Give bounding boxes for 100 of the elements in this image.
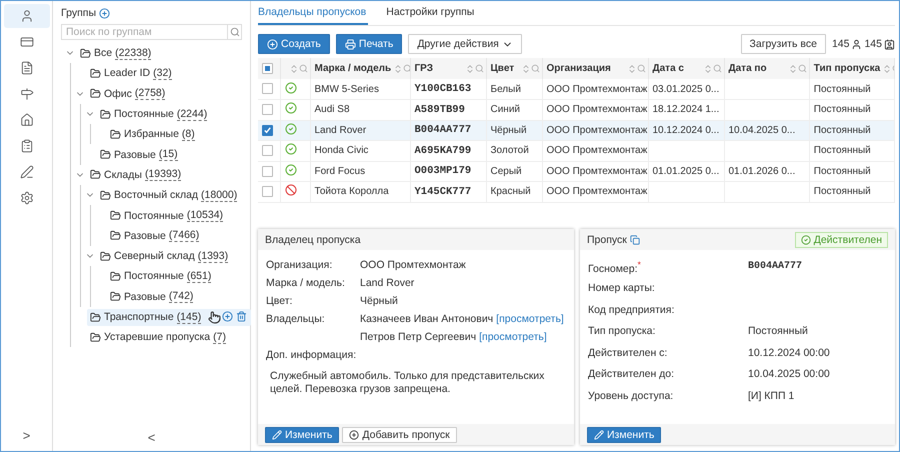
row-checkbox[interactable] [262,186,273,198]
group-count: (1393) [198,250,228,263]
column-header: Тип пропуска [814,63,880,74]
printer-icon [344,38,356,50]
groups-title: Группы [61,7,96,19]
table-cell: A589TB99 [414,104,465,116]
table-cell: 10.12.2024 0... [652,124,720,136]
table-cell: ООО Промтехмонтаж [546,84,647,94]
check-circle-icon [800,234,811,244]
column-header: Дата с [652,63,684,74]
field-label: Цвет: [266,295,294,307]
folder-icon [90,332,101,343]
search-icon[interactable] [230,27,240,37]
row-checkbox[interactable] [262,104,273,116]
sort-icon[interactable] [626,64,636,74]
edit-button[interactable]: Изменить [587,426,662,442]
field-label: Доп. информация: [266,349,356,361]
table-cell: ООО Промтехмонтаж [546,145,647,156]
table-cell: 10.04.2025 0... [728,124,796,136]
add-icon[interactable] [222,310,234,322]
field-value: ООО Промтехмонтаж [360,259,466,271]
owner-name: Петров Петр Сергеевич [360,331,476,343]
sort-icon[interactable] [393,64,404,74]
sort-icon[interactable] [520,64,530,74]
folder-icon [90,88,101,100]
load-all-button[interactable]: Загрузить все [740,34,826,54]
delete-icon[interactable] [236,310,248,322]
group-count: (22338) [115,46,152,60]
search-field[interactable]: Поиск по группам [61,24,228,40]
tree-item[interactable]: Устаревшие пропуска (7) [87,328,229,346]
filter-search-icon[interactable] [474,64,484,72]
table-cell: B004AA777 [414,124,472,136]
table-cell: Audi S8 [314,104,350,116]
view-link[interactable]: [просмотреть] [479,331,547,343]
filter-search-icon[interactable] [298,64,308,72]
clipboard-icon [20,139,34,153]
pencil-icon [272,430,282,440]
group-count: (7466) [168,229,200,242]
tree-item[interactable]: Постоянные (651) [107,268,214,285]
tree-item[interactable]: Разовые (7466) [107,227,202,244]
tree-item[interactable]: Офис (2758) [87,85,168,102]
tab[interactable]: Настройки группы [386,1,476,25]
sort-icon[interactable] [788,64,798,74]
copy-icon[interactable] [630,234,640,244]
table-cell: Тойота Королла [314,186,389,198]
expand-button[interactable]: > [22,428,30,443]
row-checkbox[interactable] [262,83,273,94]
print-button[interactable]: Печать [336,34,402,54]
table-cell: Постоянный [814,104,871,116]
tree-item[interactable]: Транспортные (145) [87,308,252,326]
group-name: Постоянные [124,210,184,222]
create-button[interactable]: Создать [258,34,330,54]
filter-search-icon[interactable] [636,64,646,72]
select-all-checkbox[interactable] [262,62,273,74]
table-cell: 01.01.2025 0... [652,166,720,177]
filter-search-icon[interactable] [712,64,722,72]
field-label: Организация: [266,259,334,271]
table-cell: Постоянный [814,166,871,177]
tree-item[interactable]: Восточный склад (18000) [97,186,240,204]
id-card-icon [884,38,895,50]
sort-icon[interactable] [288,64,298,74]
sort-icon[interactable] [882,64,892,74]
sort-icon[interactable] [464,64,474,74]
row-checkbox[interactable] [262,124,273,136]
group-count: (8) [182,128,195,141]
tree-item[interactable]: Избранные (8) [107,126,198,143]
add-icon[interactable] [99,8,110,18]
tree-item[interactable]: Постоянные (10534) [107,207,226,224]
column-header: ГРЗ [414,63,433,74]
tree-item[interactable]: Северный склад (1393) [97,248,232,265]
pencil-icon [594,430,604,440]
tree-item[interactable]: Разовые (15) [97,146,181,164]
collapse-button[interactable]: < [148,430,156,445]
tree-item[interactable]: Склады (19393) [87,166,184,184]
folder-icon [110,291,121,302]
table-cell: ООО Промтехмонтаж [546,124,647,136]
row-checkbox[interactable] [262,145,273,156]
edit-button[interactable]: Изменить [265,426,340,442]
group-count: (651) [186,270,212,283]
filter-search-icon[interactable] [530,64,540,72]
field-label: Госномер:$^{*}$ [588,262,641,274]
tree-item[interactable]: Leader ID (32) [87,64,175,82]
table-cell: Постоянный [814,186,871,198]
view-link[interactable]: [просмотреть] [496,313,564,325]
tab[interactable]: Владельцы пропусков [258,1,368,25]
more-actions-button[interactable]: Другие действия [408,34,522,54]
group-name: Северный склад [114,250,195,262]
group-count: (742) [168,290,194,304]
row-checkbox[interactable] [262,166,273,177]
table-cell: Ford Focus [314,166,366,177]
table-cell: Постоянный [814,124,871,136]
field-value: B004AA777 [748,261,802,272]
pen-icon [20,165,34,179]
filter-search-icon[interactable] [798,64,807,72]
tree-item[interactable]: Все (22338) [77,44,154,62]
sort-icon[interactable] [702,64,712,74]
group-count: (32) [153,66,172,80]
add-pass-button[interactable]: Добавить пропуск [342,426,457,442]
tree-item[interactable]: Постоянные (2244) [97,106,210,123]
tree-item[interactable]: Разовые (742) [107,288,196,306]
